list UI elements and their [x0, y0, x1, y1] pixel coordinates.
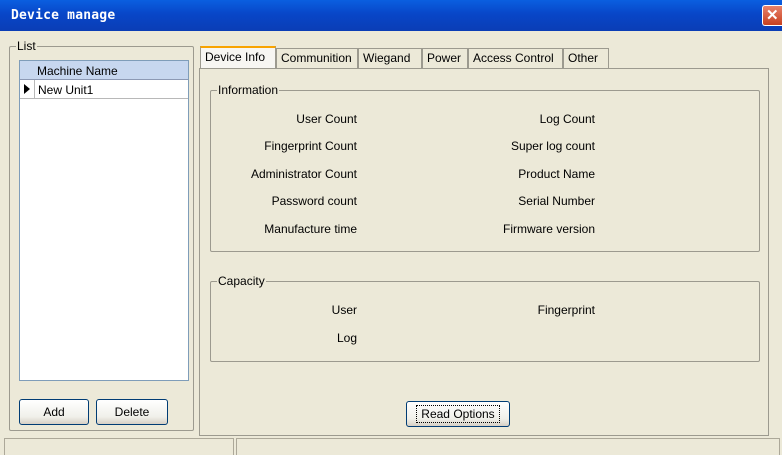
serial-number-label: Serial Number — [518, 194, 595, 208]
read-options-label: Read Options — [416, 405, 500, 423]
capacity-groupbox: Capacity User Log Fingerprint — [210, 274, 760, 362]
tab-device-info[interactable]: Device Info — [200, 46, 276, 69]
manufacture-time-label: Manufacture time — [264, 222, 357, 236]
machine-name-cell[interactable]: New Unit1 — [38, 83, 93, 97]
tab-wiegand[interactable]: Wiegand — [358, 48, 422, 68]
user-count-label: User Count — [296, 112, 357, 126]
capacity-fingerprint-label: Fingerprint — [537, 303, 595, 317]
read-options-button[interactable]: Read Options — [406, 401, 510, 427]
status-bar — [0, 437, 782, 455]
capacity-legend: Capacity — [217, 274, 266, 288]
row-indicator-icon — [20, 80, 35, 98]
tab-communition[interactable]: Communition — [276, 48, 358, 68]
close-icon: ✕ — [766, 7, 779, 24]
title-bar[interactable]: Device manage ✕ — [0, 0, 782, 31]
device-info-panel: Information User Count Fingerprint Count… — [199, 68, 769, 436]
table-row[interactable]: New Unit1 — [20, 80, 188, 99]
product-name-label: Product Name — [518, 167, 595, 181]
list-legend: List — [16, 39, 37, 53]
tab-other[interactable]: Other — [563, 48, 609, 68]
device-manage-window: Device manage ✕ List Machine Name New Un… — [0, 0, 782, 455]
information-groupbox: Information User Count Fingerprint Count… — [210, 83, 760, 252]
firmware-version-label: Firmware version — [502, 222, 595, 236]
information-legend: Information — [217, 83, 280, 97]
tab-access-control[interactable]: Access Control — [468, 48, 563, 68]
grid-header-label: Machine Name — [37, 64, 118, 78]
super-log-count-label: Super log count — [510, 139, 595, 153]
status-pane-right — [236, 438, 780, 455]
close-button[interactable]: ✕ — [762, 5, 782, 26]
machine-grid[interactable]: Machine Name New Unit1 — [19, 60, 189, 381]
capacity-log-label: Log — [336, 331, 357, 345]
password-count-label: Password count — [271, 194, 357, 208]
capacity-user-label: User — [331, 303, 357, 317]
fingerprint-count-label: Fingerprint Count — [264, 139, 357, 153]
list-groupbox: List Machine Name New Unit1 Add Delete — [9, 39, 194, 431]
delete-button[interactable]: Delete — [96, 399, 168, 425]
administrator-count-label: Administrator Count — [250, 167, 357, 181]
log-count-label: Log Count — [539, 112, 595, 126]
add-button[interactable]: Add — [19, 399, 89, 425]
status-pane-left — [4, 438, 234, 455]
tab-power[interactable]: Power — [422, 48, 468, 68]
window-title: Device manage — [11, 8, 116, 23]
grid-header-machine-name[interactable]: Machine Name — [20, 61, 188, 80]
